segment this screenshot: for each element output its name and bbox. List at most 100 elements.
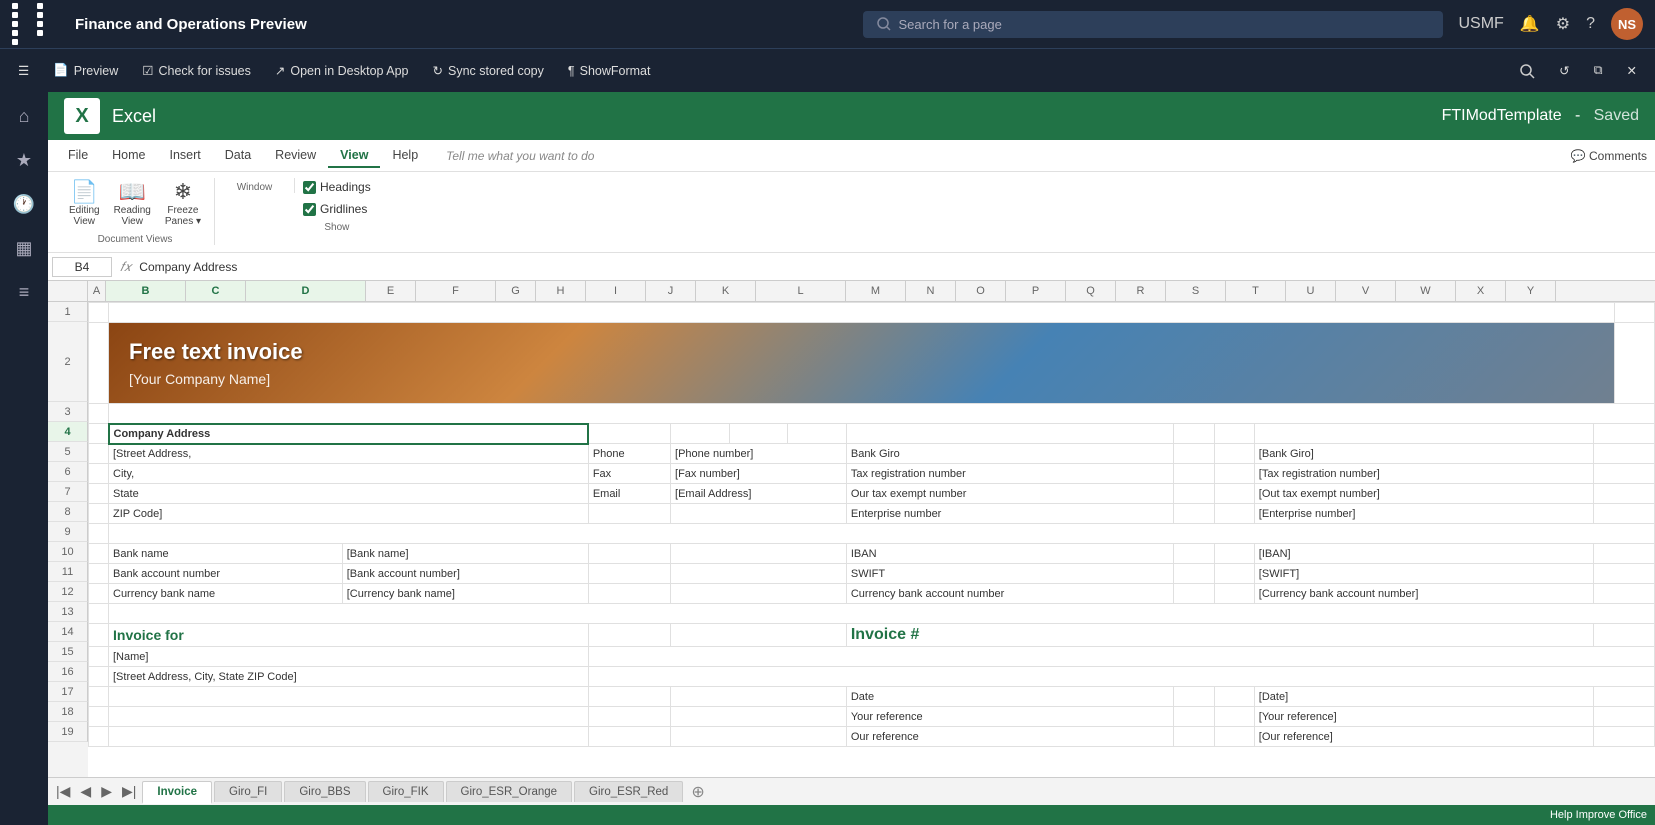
cell-e7[interactable]: Email (588, 484, 670, 504)
cell-a5[interactable] (89, 444, 109, 464)
cell-j17[interactable] (1174, 687, 1214, 707)
cell-a12[interactable] (89, 584, 109, 604)
cell-f5[interactable]: [Phone number] (671, 444, 847, 464)
tab-insert[interactable]: Insert (158, 144, 213, 168)
col-header-x[interactable]: X (1456, 281, 1506, 301)
cell-h4[interactable] (788, 424, 847, 444)
col-header-h[interactable]: H (536, 281, 586, 301)
cell-b12[interactable]: Currency bank name (109, 584, 343, 604)
row-num-11[interactable]: 11 (48, 562, 88, 582)
row-num-6[interactable]: 6 (48, 462, 88, 482)
cell-b9-end[interactable] (109, 524, 1655, 544)
col-header-u[interactable]: U (1286, 281, 1336, 301)
close-button[interactable]: ✕ (1617, 59, 1647, 82)
cell-f12[interactable] (671, 584, 847, 604)
headings-checkbox[interactable] (303, 181, 316, 194)
cell-f7[interactable]: [Email Address] (671, 484, 847, 504)
col-header-m[interactable]: M (846, 281, 906, 301)
cell-a7[interactable] (89, 484, 109, 504)
show-format-button[interactable]: ¶ ShowFormat (558, 60, 661, 82)
col-header-n[interactable]: N (906, 281, 956, 301)
cell-e18[interactable] (588, 707, 670, 727)
cell-a3[interactable] (89, 404, 109, 424)
cell-e6[interactable]: Fax (588, 464, 670, 484)
cell-f10[interactable] (671, 544, 847, 564)
sheet-nav-last[interactable]: ▶| (118, 783, 140, 800)
cell-k12[interactable] (1214, 584, 1254, 604)
cell-b7[interactable]: State (109, 484, 589, 504)
tab-file[interactable]: File (56, 144, 100, 168)
sheet-tab-giro-fik[interactable]: Giro_FIK (368, 781, 444, 802)
sheet-tab-giro-esr-orange[interactable]: Giro_ESR_Orange (446, 781, 573, 802)
cell-l12[interactable]: [Currency bank account number] (1254, 584, 1594, 604)
cell-i10[interactable]: IBAN (846, 544, 1173, 564)
sheet-nav-next[interactable]: ▶ (97, 783, 116, 800)
cell-i11[interactable]: SWIFT (846, 564, 1173, 584)
cell-e8[interactable] (588, 504, 670, 524)
cell-b10[interactable]: Bank name (109, 544, 343, 564)
formula-input[interactable] (139, 260, 1651, 274)
col-header-s[interactable]: S (1166, 281, 1226, 301)
cell-i7[interactable]: Our tax exempt number (846, 484, 1173, 504)
cell-reference-input[interactable] (52, 257, 112, 277)
cell-l6[interactable]: [Tax registration number] (1254, 464, 1594, 484)
cell-e17[interactable] (588, 687, 670, 707)
cell-n1-end[interactable] (1614, 303, 1654, 323)
restore-button[interactable]: ↺ (1549, 59, 1579, 82)
col-header-f[interactable]: F (416, 281, 496, 301)
settings-icon[interactable]: ⚙ (1556, 14, 1570, 34)
freeze-panes-button[interactable]: ❄ FreezePanes ▾ (160, 178, 206, 230)
row-num-9[interactable]: 9 (48, 522, 88, 542)
cell-d12[interactable]: [Currency bank name] (342, 584, 588, 604)
cell-e16-end[interactable] (588, 667, 1654, 687)
cell-l18[interactable]: [Your reference] (1254, 707, 1594, 727)
sheet-tab-invoice[interactable]: Invoice (142, 781, 212, 804)
cell-f8[interactable] (671, 504, 847, 524)
cell-m18-end[interactable] (1594, 707, 1655, 727)
cell-l5[interactable]: [Bank Giro] (1254, 444, 1594, 464)
cell-j10[interactable] (1174, 544, 1214, 564)
row-num-7[interactable]: 7 (48, 482, 88, 502)
row-num-14[interactable]: 14 (48, 622, 88, 642)
col-header-k[interactable]: K (696, 281, 756, 301)
search-bar[interactable]: Search for a page (863, 11, 1443, 38)
row-num-3[interactable]: 3 (48, 402, 88, 422)
cell-m6-end[interactable] (1594, 464, 1655, 484)
invoice-header-cell[interactable]: Free text invoice [Your Company Name] (109, 323, 1615, 404)
cell-d10[interactable]: [Bank name] (342, 544, 588, 564)
cell-a6[interactable] (89, 464, 109, 484)
col-header-b[interactable]: B (106, 281, 186, 301)
cell-j11[interactable] (1174, 564, 1214, 584)
app-grid-icon[interactable] (12, 3, 59, 45)
tab-home[interactable]: Home (100, 144, 157, 168)
tab-view[interactable]: View (328, 144, 380, 168)
cell-l8[interactable]: [Enterprise number] (1254, 504, 1594, 524)
cell-a18[interactable] (89, 707, 109, 727)
cell-b8[interactable]: ZIP Code] (109, 504, 589, 524)
notification-icon[interactable]: 🔔 (1520, 14, 1540, 34)
col-header-w[interactable]: W (1396, 281, 1456, 301)
tab-data[interactable]: Data (213, 144, 263, 168)
cell-b19[interactable] (109, 727, 589, 747)
cell-l11[interactable]: [SWIFT] (1254, 564, 1594, 584)
cell-m17-end[interactable] (1594, 687, 1655, 707)
sheet-tab-giro-esr-red[interactable]: Giro_ESR_Red (574, 781, 683, 802)
hamburger-menu[interactable]: ☰ (8, 59, 39, 82)
row-num-8[interactable]: 8 (48, 502, 88, 522)
cell-l10[interactable]: [IBAN] (1254, 544, 1594, 564)
cell-k11[interactable] (1214, 564, 1254, 584)
cell-j6[interactable] (1174, 464, 1214, 484)
cell-i4[interactable] (846, 424, 1173, 444)
reading-view-button[interactable]: 📖 ReadingView (109, 178, 156, 230)
cell-m4-end[interactable] (1594, 424, 1655, 444)
cell-l17[interactable]: [Date] (1254, 687, 1594, 707)
cell-b6[interactable]: City, (109, 464, 589, 484)
cell-a4[interactable] (89, 424, 109, 444)
sheet-nav-prev[interactable]: ◀ (76, 783, 95, 800)
cell-k17[interactable] (1214, 687, 1254, 707)
cell-i6[interactable]: Tax registration number (846, 464, 1173, 484)
cell-b18[interactable] (109, 707, 589, 727)
cell-a11[interactable] (89, 564, 109, 584)
row-num-15[interactable]: 15 (48, 642, 88, 662)
cell-b13-end[interactable] (109, 604, 1655, 624)
